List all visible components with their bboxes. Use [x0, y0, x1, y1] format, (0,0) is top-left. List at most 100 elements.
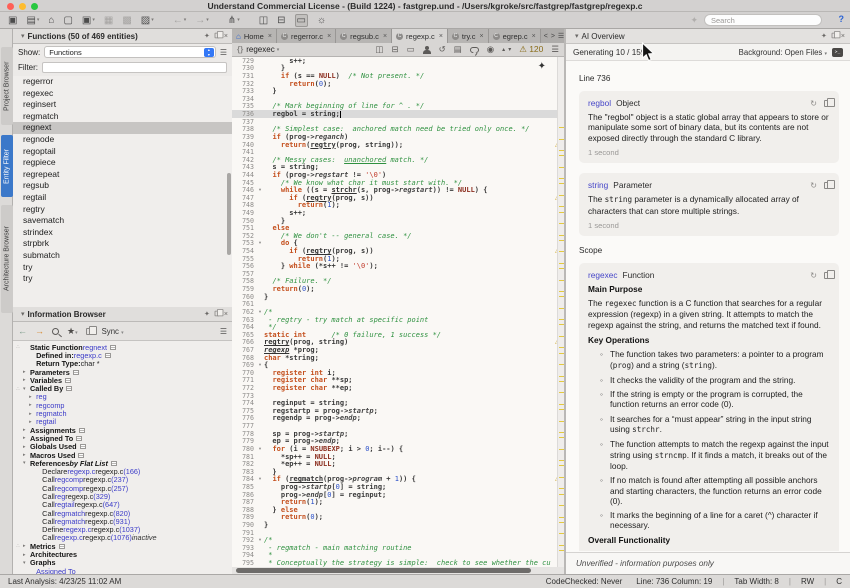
- annotation-ruler[interactable]: [557, 57, 564, 567]
- function-list-item[interactable]: regpiece: [13, 157, 232, 169]
- fold-icon[interactable]: ▾: [256, 309, 264, 315]
- terminal-icon[interactable]: >_: [832, 48, 843, 57]
- back-icon[interactable]: ←▾: [173, 15, 187, 26]
- panel-menu-icon[interactable]: ☰: [220, 48, 227, 57]
- code-line[interactable]: 740 return(regtry(prog, string));⚠: [232, 141, 564, 149]
- entity-info-icon[interactable]: [423, 46, 431, 54]
- code-line[interactable]: 772 register char **ep;: [232, 384, 564, 392]
- regenerate-icon[interactable]: ↻: [810, 181, 817, 190]
- expand-box-icon[interactable]: [111, 461, 117, 466]
- expand-box-icon[interactable]: [105, 353, 111, 358]
- function-list-item[interactable]: regerror: [13, 76, 232, 88]
- single-window-icon[interactable]: ▭: [295, 14, 308, 27]
- function-list-item[interactable]: strindex: [13, 227, 232, 239]
- code-line[interactable]: 760}: [232, 293, 564, 301]
- function-list-item[interactable]: try: [13, 273, 232, 285]
- editor-menu-icon[interactable]: ☰: [551, 44, 559, 55]
- single-window-icon[interactable]: ▭: [407, 44, 415, 55]
- entity-link[interactable]: regexec: [588, 270, 618, 280]
- language-mode[interactable]: C: [836, 577, 842, 586]
- globe-icon[interactable]: ◉: [487, 44, 494, 55]
- scrollbar-thumb[interactable]: [236, 568, 531, 573]
- function-list-item[interactable]: regoptail: [13, 146, 232, 158]
- code-line[interactable]: 790}: [232, 521, 564, 529]
- fold-icon[interactable]: ▾: [256, 476, 264, 482]
- split-vertical-icon[interactable]: ◫: [259, 15, 268, 26]
- side-tab-entity-filter[interactable]: Entity Filter: [1, 135, 13, 197]
- warnings-badge[interactable]: ⚠ 120: [519, 44, 543, 55]
- code-line[interactable]: 795 * Conceptually the strategy is simpl…: [232, 559, 564, 567]
- regenerate-icon[interactable]: ↻: [810, 271, 817, 280]
- new-file-icon[interactable]: ▢: [63, 15, 72, 26]
- close-tab-icon[interactable]: ×: [439, 33, 443, 40]
- close-icon[interactable]: ×: [224, 311, 228, 318]
- search-icon[interactable]: [52, 328, 59, 335]
- expand-box-icon[interactable]: [80, 444, 86, 449]
- collapse-icon[interactable]: ▾: [21, 32, 25, 40]
- editor-tab-try.c[interactable]: Ctry.c×: [448, 29, 489, 43]
- editor-tab-egrep.c[interactable]: Cegrep.c×: [489, 29, 541, 43]
- function-list-item[interactable]: strpbrk: [13, 238, 232, 250]
- code-area[interactable]: 729 s++;730 }731 if (s == NULL) /* Not p…: [232, 57, 564, 567]
- save-all-icon[interactable]: ▩: [122, 15, 131, 26]
- fold-icon[interactable]: ▾: [256, 362, 264, 368]
- horizontal-scrollbar[interactable]: [232, 567, 564, 574]
- tab-scroll-left-icon[interactable]: <: [544, 33, 548, 40]
- side-tab-architecture-browser[interactable]: Architecture Browser: [1, 205, 13, 313]
- function-list-item[interactable]: reginsert: [13, 99, 232, 111]
- code-line[interactable]: 756 } while (*s++ != '\0');: [232, 262, 564, 270]
- compare-icon[interactable]: ▤: [454, 44, 462, 55]
- function-list-item[interactable]: regsub: [13, 180, 232, 192]
- editor-tab-regerror.c[interactable]: Cregerror.c×: [277, 29, 336, 43]
- sync-dropdown[interactable]: Sync ▾: [102, 327, 124, 336]
- panel-menu-icon[interactable]: ☰: [220, 327, 227, 336]
- collapse-icon[interactable]: ▾: [21, 310, 25, 318]
- open-folder-icon[interactable]: ▣: [8, 15, 17, 26]
- expand-box-icon[interactable]: [76, 436, 82, 441]
- show-dropdown[interactable]: Functions ▴▾: [44, 46, 216, 58]
- code-line[interactable]: 733 }: [232, 87, 564, 95]
- function-list-item[interactable]: regmatch: [13, 111, 232, 123]
- tab-width[interactable]: Tab Width: 8: [734, 577, 778, 586]
- function-list-item[interactable]: regtail: [13, 192, 232, 204]
- close-icon[interactable]: ×: [841, 33, 845, 40]
- function-list-item[interactable]: regnext: [13, 122, 232, 134]
- entity-link[interactable]: string: [588, 180, 608, 190]
- forward-icon[interactable]: →▾: [195, 15, 209, 26]
- fold-icon[interactable]: ▾: [256, 446, 264, 452]
- regenerate-icon[interactable]: ↻: [810, 99, 817, 108]
- favorites-icon[interactable]: ★▾: [67, 326, 78, 337]
- copy-icon[interactable]: [824, 182, 830, 189]
- fold-icon[interactable]: ▾: [256, 537, 264, 543]
- function-list-item[interactable]: regtry: [13, 204, 232, 216]
- code-line[interactable]: 736 regbol = string;: [232, 110, 564, 118]
- open-project-icon[interactable]: ▣▾: [82, 15, 95, 26]
- copy-icon[interactable]: [824, 272, 830, 279]
- expand-box-icon[interactable]: [66, 386, 72, 391]
- function-list-scrollbar[interactable]: [227, 173, 231, 255]
- close-tab-icon[interactable]: ×: [532, 33, 536, 40]
- editor-tab-regsub.c[interactable]: Cregsub.c×: [336, 29, 392, 43]
- split-horizontal-icon[interactable]: ⊟: [391, 44, 398, 55]
- next-icon[interactable]: ▾: [508, 46, 511, 53]
- function-list-item[interactable]: regrepeat: [13, 169, 232, 181]
- function-list-item[interactable]: regnode: [13, 134, 232, 146]
- float-icon[interactable]: [214, 310, 220, 319]
- function-list-item[interactable]: submatch: [13, 250, 232, 262]
- save-icon[interactable]: ▦: [104, 15, 113, 26]
- side-tab-project-browser[interactable]: Project Browser: [1, 47, 13, 125]
- back-icon[interactable]: ←: [18, 326, 27, 336]
- previous-icon[interactable]: ▴: [502, 46, 505, 53]
- expand-box-icon[interactable]: [73, 370, 79, 375]
- expand-box-icon[interactable]: [59, 544, 65, 549]
- export-icon[interactable]: ▨▾: [141, 15, 154, 26]
- expand-box-icon[interactable]: [78, 453, 84, 458]
- float-icon[interactable]: [214, 32, 220, 41]
- function-list-item[interactable]: savematch: [13, 215, 232, 227]
- function-list-item[interactable]: regexec: [13, 88, 232, 100]
- editor-tab-regexp.c[interactable]: Cregexp.c×: [392, 29, 448, 43]
- close-tab-icon[interactable]: ×: [268, 33, 272, 40]
- editor-tab-home[interactable]: ⌂Home×: [232, 29, 277, 43]
- close-tab-icon[interactable]: ×: [480, 33, 484, 40]
- pin-icon[interactable]: ✦: [821, 32, 827, 40]
